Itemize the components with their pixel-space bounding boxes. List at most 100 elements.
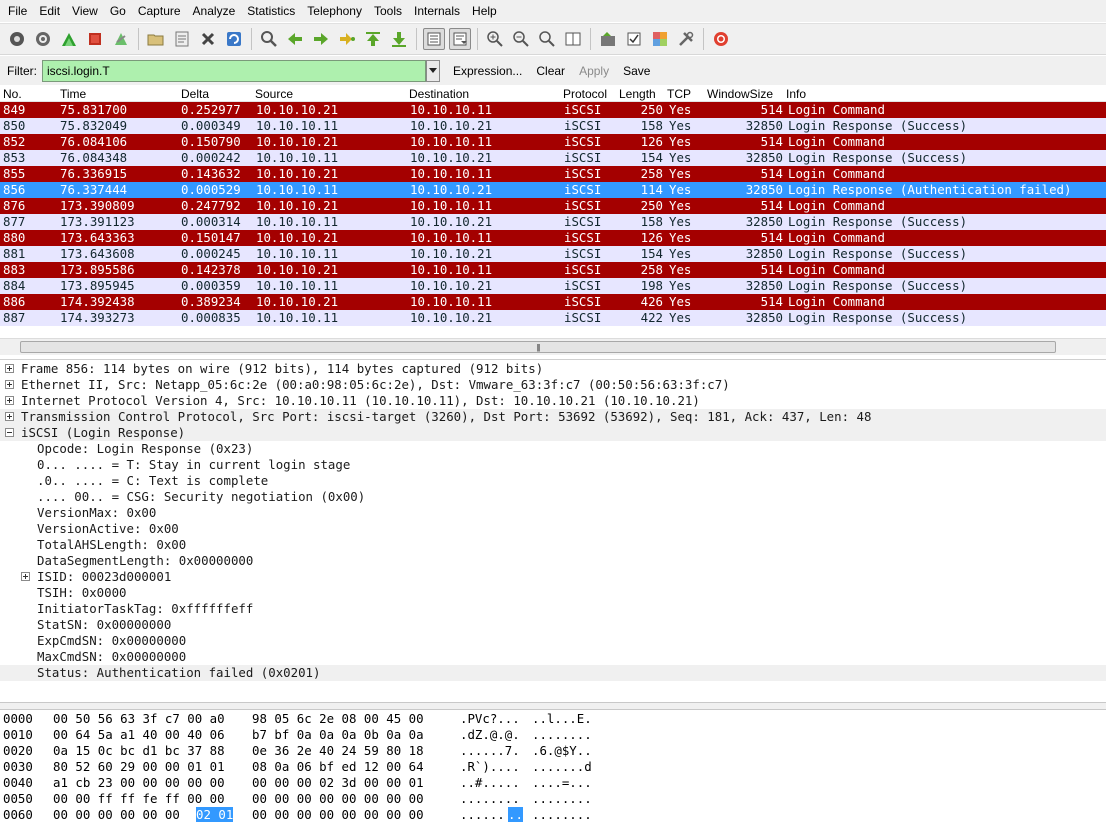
packet-row[interactable]: 877 173.391123 0.000314 10.10.10.11 10.10.10…	[0, 214, 1106, 230]
open-file-icon[interactable]	[145, 28, 167, 50]
apply-button[interactable]: Apply	[572, 64, 616, 78]
hex-row[interactable]: 0040 a1 cb 23 00 00 00 00 00 00 00 00 02 3…	[0, 775, 700, 791]
menu-telephony[interactable]: Telephony	[301, 0, 368, 22]
close-file-icon[interactable]	[197, 28, 219, 50]
iscsi-field[interactable]: VersionMax: 0x00	[0, 505, 1106, 521]
menu-help[interactable]: Help	[466, 0, 503, 22]
display-filters-icon[interactable]	[623, 28, 645, 50]
expand-icon[interactable]	[5, 364, 14, 373]
iscsi-field[interactable]: ISID: 00023d000001	[0, 569, 1106, 585]
menu-internals[interactable]: Internals	[408, 0, 466, 22]
column-header-destination[interactable]: Destination	[409, 87, 469, 101]
expression-button[interactable]: Expression...	[446, 64, 529, 78]
packet-row[interactable]: 886 174.392438 0.389234 10.10.10.21 10.10.10…	[0, 294, 1106, 310]
packet-row[interactable]: 883 173.895586 0.142378 10.10.10.21 10.10.10…	[0, 262, 1106, 278]
help-icon[interactable]	[710, 28, 732, 50]
resize-columns-icon[interactable]	[562, 28, 584, 50]
tree-ip[interactable]: Internet Protocol Version 4, Src: 10.10.…	[0, 393, 1106, 409]
save-file-icon[interactable]	[171, 28, 193, 50]
iscsi-field[interactable]: TotalAHSLength: 0x00	[0, 537, 1106, 553]
iscsi-field[interactable]: .... 00.. = CSG: Security negotiation (0…	[0, 489, 1106, 505]
packet-row[interactable]: 855 76.336915 0.143632 10.10.10.21 10.10.10.…	[0, 166, 1106, 182]
reload-icon[interactable]	[223, 28, 245, 50]
packet-row[interactable]: 852 76.084106 0.150790 10.10.10.21 10.10.10.…	[0, 134, 1106, 150]
packet-row[interactable]: 881 173.643608 0.000245 10.10.10.11 10.10.10…	[0, 246, 1106, 262]
iscsi-field[interactable]: StatSN: 0x00000000	[0, 617, 1106, 633]
iscsi-field[interactable]: MaxCmdSN: 0x00000000	[0, 649, 1106, 665]
go-last-icon[interactable]	[388, 28, 410, 50]
column-header-length[interactable]: Length	[619, 87, 656, 101]
hex-row[interactable]: 0060 00 00 00 00 00 00 00 00 00 00 00 00 0…	[0, 807, 700, 822]
restart-capture-icon[interactable]	[110, 28, 132, 50]
packet-row[interactable]: 853 76.084348 0.000242 10.10.10.11 10.10.10.…	[0, 150, 1106, 166]
start-capture-icon[interactable]	[58, 28, 80, 50]
coloring-rules-icon[interactable]	[649, 28, 671, 50]
capture-filters-icon[interactable]	[597, 28, 619, 50]
column-header-protocol[interactable]: Protocol	[563, 87, 607, 101]
column-header-source[interactable]: Source	[255, 87, 293, 101]
go-to-packet-icon[interactable]	[336, 28, 358, 50]
iscsi-field[interactable]: 0... .... = T: Stay in current login sta…	[0, 457, 1106, 473]
packet-row[interactable]: 887 174.393273 0.000835 10.10.10.11 10.10.10…	[0, 310, 1106, 326]
go-forward-icon[interactable]	[310, 28, 332, 50]
hex-row[interactable]: 0010 00 64 5a a1 40 00 40 06 b7 bf 0a 0a 0…	[0, 727, 700, 743]
hex-row[interactable]: 0000 00 50 56 63 3f c7 00 a0 98 05 6c 2e 0…	[0, 711, 700, 727]
menu-file[interactable]: File	[2, 0, 33, 22]
go-first-icon[interactable]	[362, 28, 384, 50]
expand-icon[interactable]	[5, 380, 14, 389]
packet-row[interactable]: 880 173.643363 0.150147 10.10.10.21 10.10.10…	[0, 230, 1106, 246]
tree-ethernet[interactable]: Ethernet II, Src: Netapp_05:6c:2e (00:a0…	[0, 377, 1106, 393]
menu-go[interactable]: Go	[104, 0, 132, 22]
zoom-out-icon[interactable]	[510, 28, 532, 50]
tree-frame[interactable]: Frame 856: 114 bytes on wire (912 bits),…	[0, 361, 1106, 377]
capture-options-icon[interactable]	[32, 28, 54, 50]
iscsi-field[interactable]: InitiatorTaskTag: 0xffffffeff	[0, 601, 1106, 617]
stop-capture-icon[interactable]	[84, 28, 106, 50]
hex-row[interactable]: 0030 80 52 60 29 00 00 01 01 08 0a 06 bf e…	[0, 759, 700, 775]
tree-tcp[interactable]: Transmission Control Protocol, Src Port:…	[0, 409, 1106, 425]
column-header-windowsize[interactable]: WindowSize	[707, 87, 773, 101]
packet-row[interactable]: 849 75.831700 0.252977 10.10.10.21 10.10.10.…	[0, 102, 1106, 118]
display-filter-input[interactable]: iscsi.login.T	[42, 59, 426, 82]
interface-list-icon[interactable]	[6, 28, 28, 50]
colorize-icon[interactable]	[423, 28, 445, 50]
iscsi-field[interactable]: ExpCmdSN: 0x00000000	[0, 633, 1106, 649]
auto-scroll-icon[interactable]	[449, 28, 471, 50]
iscsi-field[interactable]: VersionActive: 0x00	[0, 521, 1106, 537]
column-header-tcp[interactable]: TCP	[667, 87, 691, 101]
column-header-info[interactable]: Info	[786, 87, 806, 101]
pane-divider[interactable]	[0, 702, 1106, 710]
iscsi-field[interactable]: Status: Authentication failed (0x0201)	[0, 665, 1106, 681]
go-back-icon[interactable]	[284, 28, 306, 50]
clear-button[interactable]: Clear	[529, 64, 572, 78]
menu-view[interactable]: View	[66, 0, 104, 22]
hex-row[interactable]: 0050 00 00 ff ff fe ff 00 00 00 00 00 00 0…	[0, 791, 700, 807]
menu-edit[interactable]: Edit	[33, 0, 66, 22]
find-packet-icon[interactable]	[258, 28, 280, 50]
expand-icon[interactable]	[5, 396, 14, 405]
column-header-delta[interactable]: Delta	[181, 87, 209, 101]
column-header-time[interactable]: Time	[60, 87, 86, 101]
packet-row[interactable]: 876 173.390809 0.247792 10.10.10.21 10.10.10…	[0, 198, 1106, 214]
zoom-in-icon[interactable]	[484, 28, 506, 50]
tree-iscsi[interactable]: iSCSI (Login Response)	[0, 425, 1106, 441]
collapse-icon[interactable]	[5, 428, 14, 437]
column-header-no[interactable]: No.	[3, 87, 22, 101]
expand-icon[interactable]	[21, 572, 30, 581]
save-button[interactable]: Save	[616, 64, 657, 78]
menu-tools[interactable]: Tools	[368, 0, 408, 22]
packet-row[interactable]: 884 173.895945 0.000359 10.10.10.11 10.10.10…	[0, 278, 1106, 294]
packet-row[interactable]: 850 75.832049 0.000349 10.10.10.11 10.10.10.…	[0, 118, 1106, 134]
menu-capture[interactable]: Capture	[132, 0, 187, 22]
iscsi-field[interactable]: DataSegmentLength: 0x00000000	[0, 553, 1106, 569]
preferences-icon[interactable]	[675, 28, 697, 50]
packet-list-scrollbar[interactable]: |||	[0, 338, 1106, 355]
hex-row[interactable]: 0020 0a 15 0c bc d1 bc 37 88 0e 36 2e 40 2…	[0, 743, 700, 759]
iscsi-field[interactable]: TSIH: 0x0000	[0, 585, 1106, 601]
iscsi-field[interactable]: Opcode: Login Response (0x23)	[0, 441, 1106, 457]
packet-row-selected[interactable]: 856 76.337444 0.000529 10.10.10.11 10.10.10.…	[0, 182, 1106, 198]
expand-icon[interactable]	[5, 412, 14, 421]
normal-size-icon[interactable]	[536, 28, 558, 50]
menu-statistics[interactable]: Statistics	[241, 0, 301, 22]
iscsi-field[interactable]: .0.. .... = C: Text is complete	[0, 473, 1106, 489]
